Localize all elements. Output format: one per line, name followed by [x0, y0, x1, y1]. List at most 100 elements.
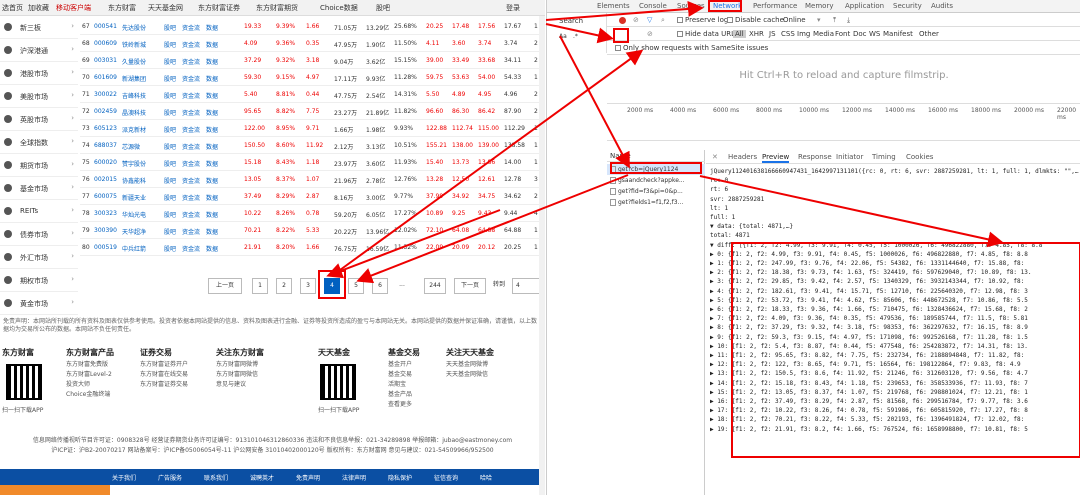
page-2-button[interactable]: 2 — [276, 278, 292, 294]
cell-c[interactable]: 数据 — [206, 108, 218, 117]
cell-c[interactable]: 数据 — [206, 176, 218, 185]
bottom-nav-link[interactable]: 关于我们 — [112, 473, 136, 482]
cell-a[interactable]: 股吧 — [164, 193, 176, 202]
sidebar-item[interactable]: 期权市场 › — [0, 269, 78, 292]
topnav-eastmoney-link[interactable]: 东方财富 — [108, 3, 136, 13]
filter-icon[interactable]: ▽ — [647, 16, 652, 24]
cell-b[interactable]: 资金流 — [182, 142, 200, 151]
footer-link[interactable]: 东方财富网微博 — [216, 360, 264, 370]
sidebar-item[interactable]: REITs › — [0, 200, 78, 223]
next-page-button[interactable]: 下一页 — [454, 278, 486, 294]
cell-b[interactable]: 资金流 — [182, 227, 200, 236]
cell-c[interactable]: 数据 — [206, 40, 218, 49]
footer-link[interactable]: 东方财富Level-2 — [66, 370, 114, 380]
cell-code[interactable]: 000609 — [94, 40, 117, 47]
cell-name[interactable]: 吉峰科技 — [122, 91, 146, 100]
bottom-nav-link[interactable]: 免责声明 — [296, 473, 320, 482]
request-row[interactable]: gsaandcheck?appke... — [607, 175, 705, 186]
prev-page-button[interactable]: 上一页 — [208, 278, 242, 294]
footer-link[interactable]: 天天基金网微博 — [446, 360, 494, 370]
footer-link[interactable]: Choice金融终端 — [66, 390, 114, 400]
footer-link[interactable]: 查看更多 — [388, 400, 420, 410]
sidebar-item[interactable]: 外汇市场 › — [0, 246, 78, 269]
cell-a[interactable]: 股吧 — [164, 108, 176, 117]
filter-media[interactable]: Media — [813, 30, 834, 38]
filter-img[interactable]: Img — [797, 30, 810, 38]
disable-cache-checkbox[interactable]: Disable cache — [727, 16, 784, 24]
cell-b[interactable]: 资金流 — [182, 108, 200, 117]
clear-icon[interactable]: ⊘ — [633, 16, 639, 24]
cell-c[interactable]: 数据 — [206, 142, 218, 151]
cell-c[interactable]: 数据 — [206, 227, 218, 236]
detail-tab[interactable]: Headers — [728, 153, 757, 161]
topnav-fund-link[interactable]: 天天基金网 — [148, 3, 183, 13]
footer-link[interactable]: 基金开户 — [388, 360, 420, 370]
cell-b[interactable]: 资金流 — [182, 40, 200, 49]
topnav-choice-link[interactable]: Choice数据 — [320, 3, 358, 13]
devtools-tab[interactable]: Sources — [677, 2, 705, 10]
topnav-guba-link[interactable]: 股吧 — [376, 3, 390, 13]
cell-a[interactable]: 股吧 — [164, 244, 176, 253]
sidebar-item[interactable]: 新三板 › — [0, 16, 78, 39]
payload-line[interactable]: ▼ data: {total: 4871,…} — [710, 223, 793, 230]
cell-code[interactable]: 601609 — [94, 74, 117, 81]
chevron-down-icon[interactable]: ▾ — [817, 16, 821, 24]
cell-code[interactable]: 300390 — [94, 227, 117, 234]
cell-a[interactable]: 股吧 — [164, 227, 176, 236]
footer-link[interactable]: 东方财富免费版 — [66, 360, 114, 370]
cell-name[interactable]: 芯源微 — [122, 142, 140, 151]
cell-name[interactable]: 派克新材 — [122, 125, 146, 134]
cell-code[interactable]: 003031 — [94, 57, 117, 64]
request-row[interactable]: get?fid=f3&pi=0&p... — [607, 186, 705, 197]
last-page-button[interactable]: 244 — [424, 278, 446, 294]
import-icon[interactable]: ⤒ — [833, 16, 836, 25]
cell-a[interactable]: 股吧 — [164, 142, 176, 151]
sidebar-item[interactable]: 港股市场 › — [0, 62, 78, 85]
timeline-overview[interactable]: 2000 ms 4000 ms 6000 ms 8000 ms 10000 ms 1200… — [607, 103, 1080, 141]
cell-c[interactable]: 数据 — [206, 74, 218, 83]
footer-link[interactable]: 东方财富证券交易 — [140, 380, 188, 390]
detail-tab[interactable]: Cookies — [906, 153, 933, 161]
detail-tab[interactable]: Initiator — [836, 153, 863, 161]
cell-b[interactable]: 资金流 — [182, 193, 200, 202]
record-icon[interactable] — [619, 17, 626, 24]
footer-link[interactable]: 东方财富证券开户 — [140, 360, 188, 370]
cell-c[interactable]: 数据 — [206, 210, 218, 219]
filter-js[interactable]: JS — [769, 30, 776, 38]
close-icon[interactable]: ✕ — [712, 153, 718, 161]
payload-line[interactable]: total: 4871 — [710, 232, 750, 239]
cell-code[interactable]: 600020 — [94, 159, 117, 166]
cell-code[interactable]: 300323 — [94, 210, 117, 217]
bottom-nav-link[interactable]: 法律声明 — [342, 473, 366, 482]
goto-page-input[interactable]: 4 — [512, 278, 540, 294]
cell-c[interactable]: 数据 — [206, 125, 218, 134]
page-scrollbar[interactable] — [539, 16, 545, 495]
filter-doc[interactable]: Doc — [853, 30, 867, 38]
cell-a[interactable]: 股吧 — [164, 159, 176, 168]
cell-b[interactable]: 资金流 — [182, 244, 200, 253]
samesite-checkbox[interactable]: Only show requests with SameSite issues — [615, 44, 768, 52]
cell-c[interactable]: 数据 — [206, 57, 218, 66]
cell-code[interactable]: 000541 — [94, 23, 117, 30]
devtools-tab[interactable]: Elements — [597, 2, 630, 10]
filter-font[interactable]: Font — [835, 30, 850, 38]
footer-link[interactable]: 天天基金网微信 — [446, 370, 494, 380]
footer-link[interactable]: 东方财富网微信 — [216, 370, 264, 380]
cell-b[interactable]: 资金流 — [182, 23, 200, 32]
bottom-nav-link[interactable]: 联系我们 — [204, 473, 228, 482]
filter-manifest[interactable]: Manifest — [883, 30, 913, 38]
cell-name[interactable]: 协鑫能科 — [122, 176, 146, 185]
cell-a[interactable]: 股吧 — [164, 210, 176, 219]
topnav-favorite-link[interactable]: 加收藏 — [28, 3, 49, 13]
page-1-button[interactable]: 1 — [252, 278, 268, 294]
cell-name[interactable]: 新疆天业 — [122, 193, 146, 202]
footer-link[interactable]: 东方财富在线交易 — [140, 370, 188, 380]
footer-link[interactable]: 基金产品 — [388, 390, 420, 400]
sidebar-item[interactable]: 美股市场 › — [0, 85, 78, 108]
sidebar-item[interactable]: 全球指数 › — [0, 131, 78, 154]
cell-code[interactable]: 688037 — [94, 142, 117, 149]
footer-link[interactable]: 投资大师 — [66, 380, 114, 390]
cell-a[interactable]: 股吧 — [164, 74, 176, 83]
cell-a[interactable]: 股吧 — [164, 91, 176, 100]
request-row[interactable]: get?fields1=f1,f2,f3... — [607, 197, 705, 208]
